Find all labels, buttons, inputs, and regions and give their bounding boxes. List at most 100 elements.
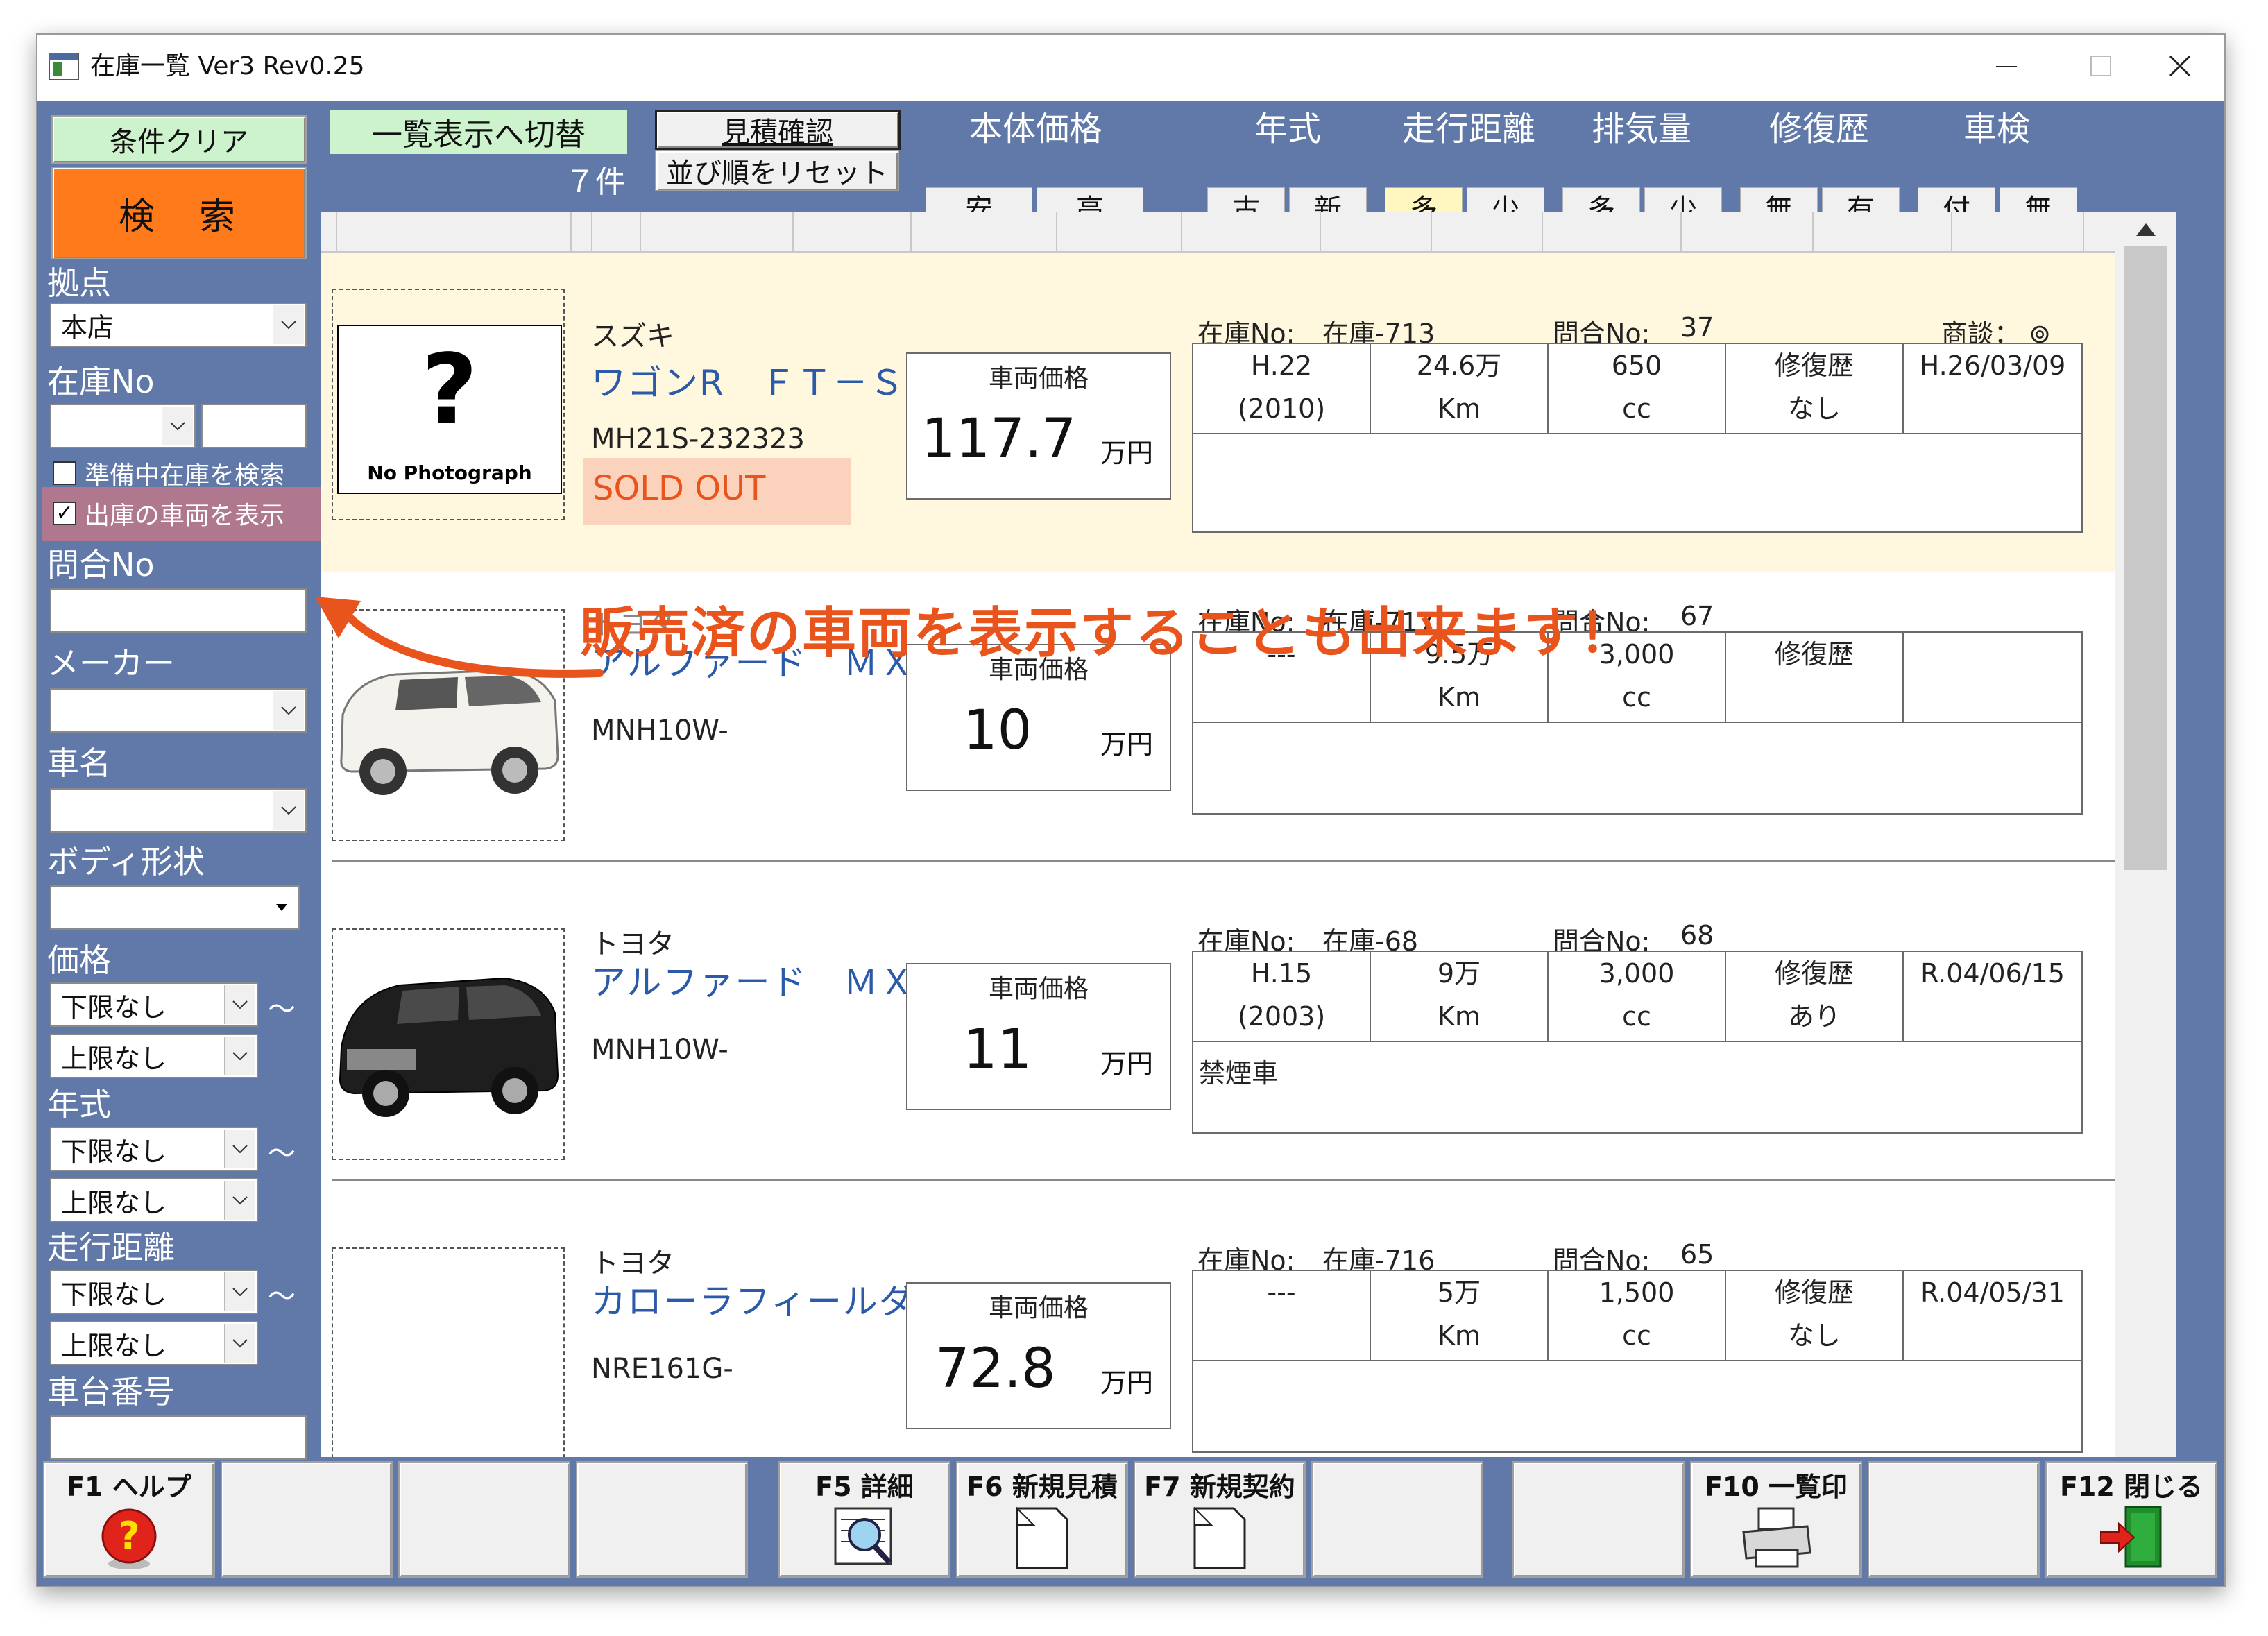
year-ad: (2003) (1237, 1001, 1326, 1032)
f11-empty-button[interactable] (1868, 1461, 2040, 1578)
price-max-select[interactable]: 上限なし (50, 1034, 258, 1078)
check-icon[interactable]: ✓ (53, 502, 76, 525)
chevron-down-icon[interactable] (224, 1181, 255, 1220)
chevron-down-icon[interactable] (224, 1130, 255, 1168)
price-unit: 万円 (1100, 1367, 1153, 1398)
price-unit: 万円 (1100, 1048, 1153, 1079)
chevron-down-icon[interactable] (273, 305, 304, 344)
vehicle-record[interactable]: ? No Photograph スズキ ワゴンR ＦＴ－Ｓ リミテッド MH21… (321, 253, 2115, 572)
black-minivan-image (339, 977, 559, 1117)
chevron-down-icon[interactable] (224, 1272, 255, 1311)
carname-label: 車名 (47, 744, 111, 782)
displacement-value: 1,500 (1598, 1277, 1675, 1308)
displacement-value: 3,000 (1598, 958, 1675, 989)
maximize-icon (2090, 56, 2111, 76)
chassis-number: MNH10W- (591, 715, 728, 747)
vehicle-record[interactable]: トヨタ カローラフィールダー １．５Ｇ NRE161G- 車両価格 72.8 万… (321, 1211, 2115, 1457)
f5-detail-button[interactable]: F5 詳細 (778, 1461, 950, 1578)
f7-new-contract-button[interactable]: F7 新規契約 (1134, 1461, 1306, 1578)
f1-label: F1 ヘルプ (67, 1472, 191, 1502)
price-unit: 万円 (1100, 438, 1153, 468)
vehicle-record[interactable]: トヨタ アルファード ＭＸ MNH10W- 車両価格 11 万円 在庫No: 在… (321, 892, 2115, 1211)
spec-table: --- 5万 Km 1,500 cc 修復歴 なし R.04/05/31 (1192, 1270, 2083, 1453)
f12-close-button[interactable]: F12 閉じる (2045, 1461, 2217, 1578)
f4-empty-button[interactable] (576, 1461, 748, 1578)
chevron-down-icon[interactable] (224, 1324, 255, 1363)
vertical-scrollbar[interactable] (2115, 212, 2176, 1457)
caret-down-icon[interactable] (266, 888, 297, 927)
f8-empty-button[interactable] (1311, 1461, 1483, 1578)
base-select[interactable]: 本店 (50, 303, 307, 347)
chevron-down-icon[interactable] (273, 691, 304, 730)
f2-empty-button[interactable] (221, 1461, 393, 1578)
chassisno-input[interactable] (50, 1415, 307, 1460)
f9-empty-button[interactable] (1512, 1461, 1685, 1578)
price-label: 車両価格 (988, 364, 1089, 393)
chevron-down-icon[interactable] (224, 985, 255, 1024)
no-photo-image: ? No Photograph (337, 325, 562, 494)
f10-print-list-button[interactable]: F10 一覧印刷 (1690, 1461, 1862, 1578)
scroll-up-icon[interactable] (2135, 222, 2157, 237)
sort-header-displacement: 排気量 (1591, 110, 1691, 148)
mileage-unit: Km (1438, 1001, 1481, 1032)
vehicle-note: 禁煙車 (1199, 1058, 1279, 1089)
model-name[interactable]: アルファード ＭＸ (591, 955, 916, 1005)
maximize-button[interactable] (2067, 42, 2134, 90)
close-button[interactable] (2147, 42, 2213, 90)
mileage-unit: Km (1438, 682, 1481, 713)
mileage-min-select[interactable]: 下限なし (50, 1270, 258, 1314)
year-max-select[interactable]: 上限なし (50, 1178, 258, 1222)
exit-icon (2100, 1506, 2162, 1568)
show-shipped-checkbox[interactable]: ✓ 出庫の車両を表示 (53, 495, 284, 531)
column-header-strip (321, 212, 2115, 253)
inquiry-input[interactable] (50, 588, 307, 633)
scrollbar-thumb[interactable] (2124, 246, 2167, 870)
vehicle-photo[interactable] (332, 928, 565, 1160)
chevron-down-icon[interactable] (273, 791, 304, 830)
repair-value: あり (1787, 1001, 1841, 1032)
list-view-toggle-button[interactable]: 一覧表示へ切替 (330, 110, 627, 154)
checkbox-box[interactable] (53, 461, 76, 485)
document-icon (1193, 1506, 1246, 1569)
clear-conditions-button[interactable]: 条件クリア (51, 115, 307, 164)
svg-text:?: ? (118, 1514, 139, 1558)
quote-check-button[interactable]: 見積確認 (655, 110, 901, 150)
sort-header-price: 本体価格 (969, 110, 1102, 148)
search-button[interactable]: 検 索 (51, 167, 307, 259)
reset-sort-button[interactable]: 並び順をリセット (655, 150, 899, 191)
vehicle-list: ? No Photograph スズキ ワゴンR ＦＴ－Ｓ リミテッド MH21… (321, 212, 2115, 1457)
price-min-select[interactable]: 下限なし (50, 982, 258, 1027)
mileage-max-select[interactable]: 上限なし (50, 1321, 258, 1365)
body-type-select[interactable] (50, 885, 300, 930)
repair-label: 修復歴 (1774, 639, 1854, 670)
sort-header-mileage: 走行距離 (1401, 110, 1535, 148)
price-box: 車両価格 72.8 万円 (906, 1282, 1171, 1429)
year-max-value: 上限なし (61, 1187, 167, 1218)
price-max-value: 上限なし (61, 1043, 167, 1074)
maker-name: スズキ (591, 321, 674, 352)
help-icon: ? (101, 1508, 157, 1569)
printer-icon (1742, 1507, 1811, 1568)
chevron-down-icon[interactable] (224, 1037, 255, 1075)
vehicle-photo-placeholder[interactable]: ? No Photograph (332, 289, 565, 520)
f1-help-button[interactable]: F1 ヘルプ ? (43, 1461, 215, 1578)
repair-label: 修復歴 (1774, 1277, 1854, 1308)
year-min-value: 下限なし (61, 1136, 167, 1167)
minimize-button[interactable] (1973, 42, 2040, 90)
carname-select[interactable] (50, 788, 307, 833)
f6-new-quote-button[interactable]: F6 新規見積 (956, 1461, 1128, 1578)
year-min-select[interactable]: 下限なし (50, 1127, 258, 1171)
stockno-input[interactable] (201, 404, 307, 448)
year-era: H.22 (1250, 350, 1313, 381)
chevron-down-icon[interactable] (162, 407, 193, 445)
prep-stock-checkbox[interactable]: 準備中在庫を検索 (53, 455, 284, 491)
inquiry-no-value: 65 (1680, 1239, 1714, 1270)
maker-select[interactable] (50, 688, 307, 733)
vehicle-photo-empty[interactable] (332, 1247, 565, 1457)
price-label: 価格 (47, 941, 111, 979)
sort-header-repair: 修復歴 (1768, 110, 1869, 148)
f3-empty-button[interactable] (398, 1461, 570, 1578)
displacement-unit: cc (1622, 393, 1651, 424)
stockno-prefix-select[interactable] (50, 404, 196, 448)
displacement-value: 650 (1611, 350, 1662, 381)
